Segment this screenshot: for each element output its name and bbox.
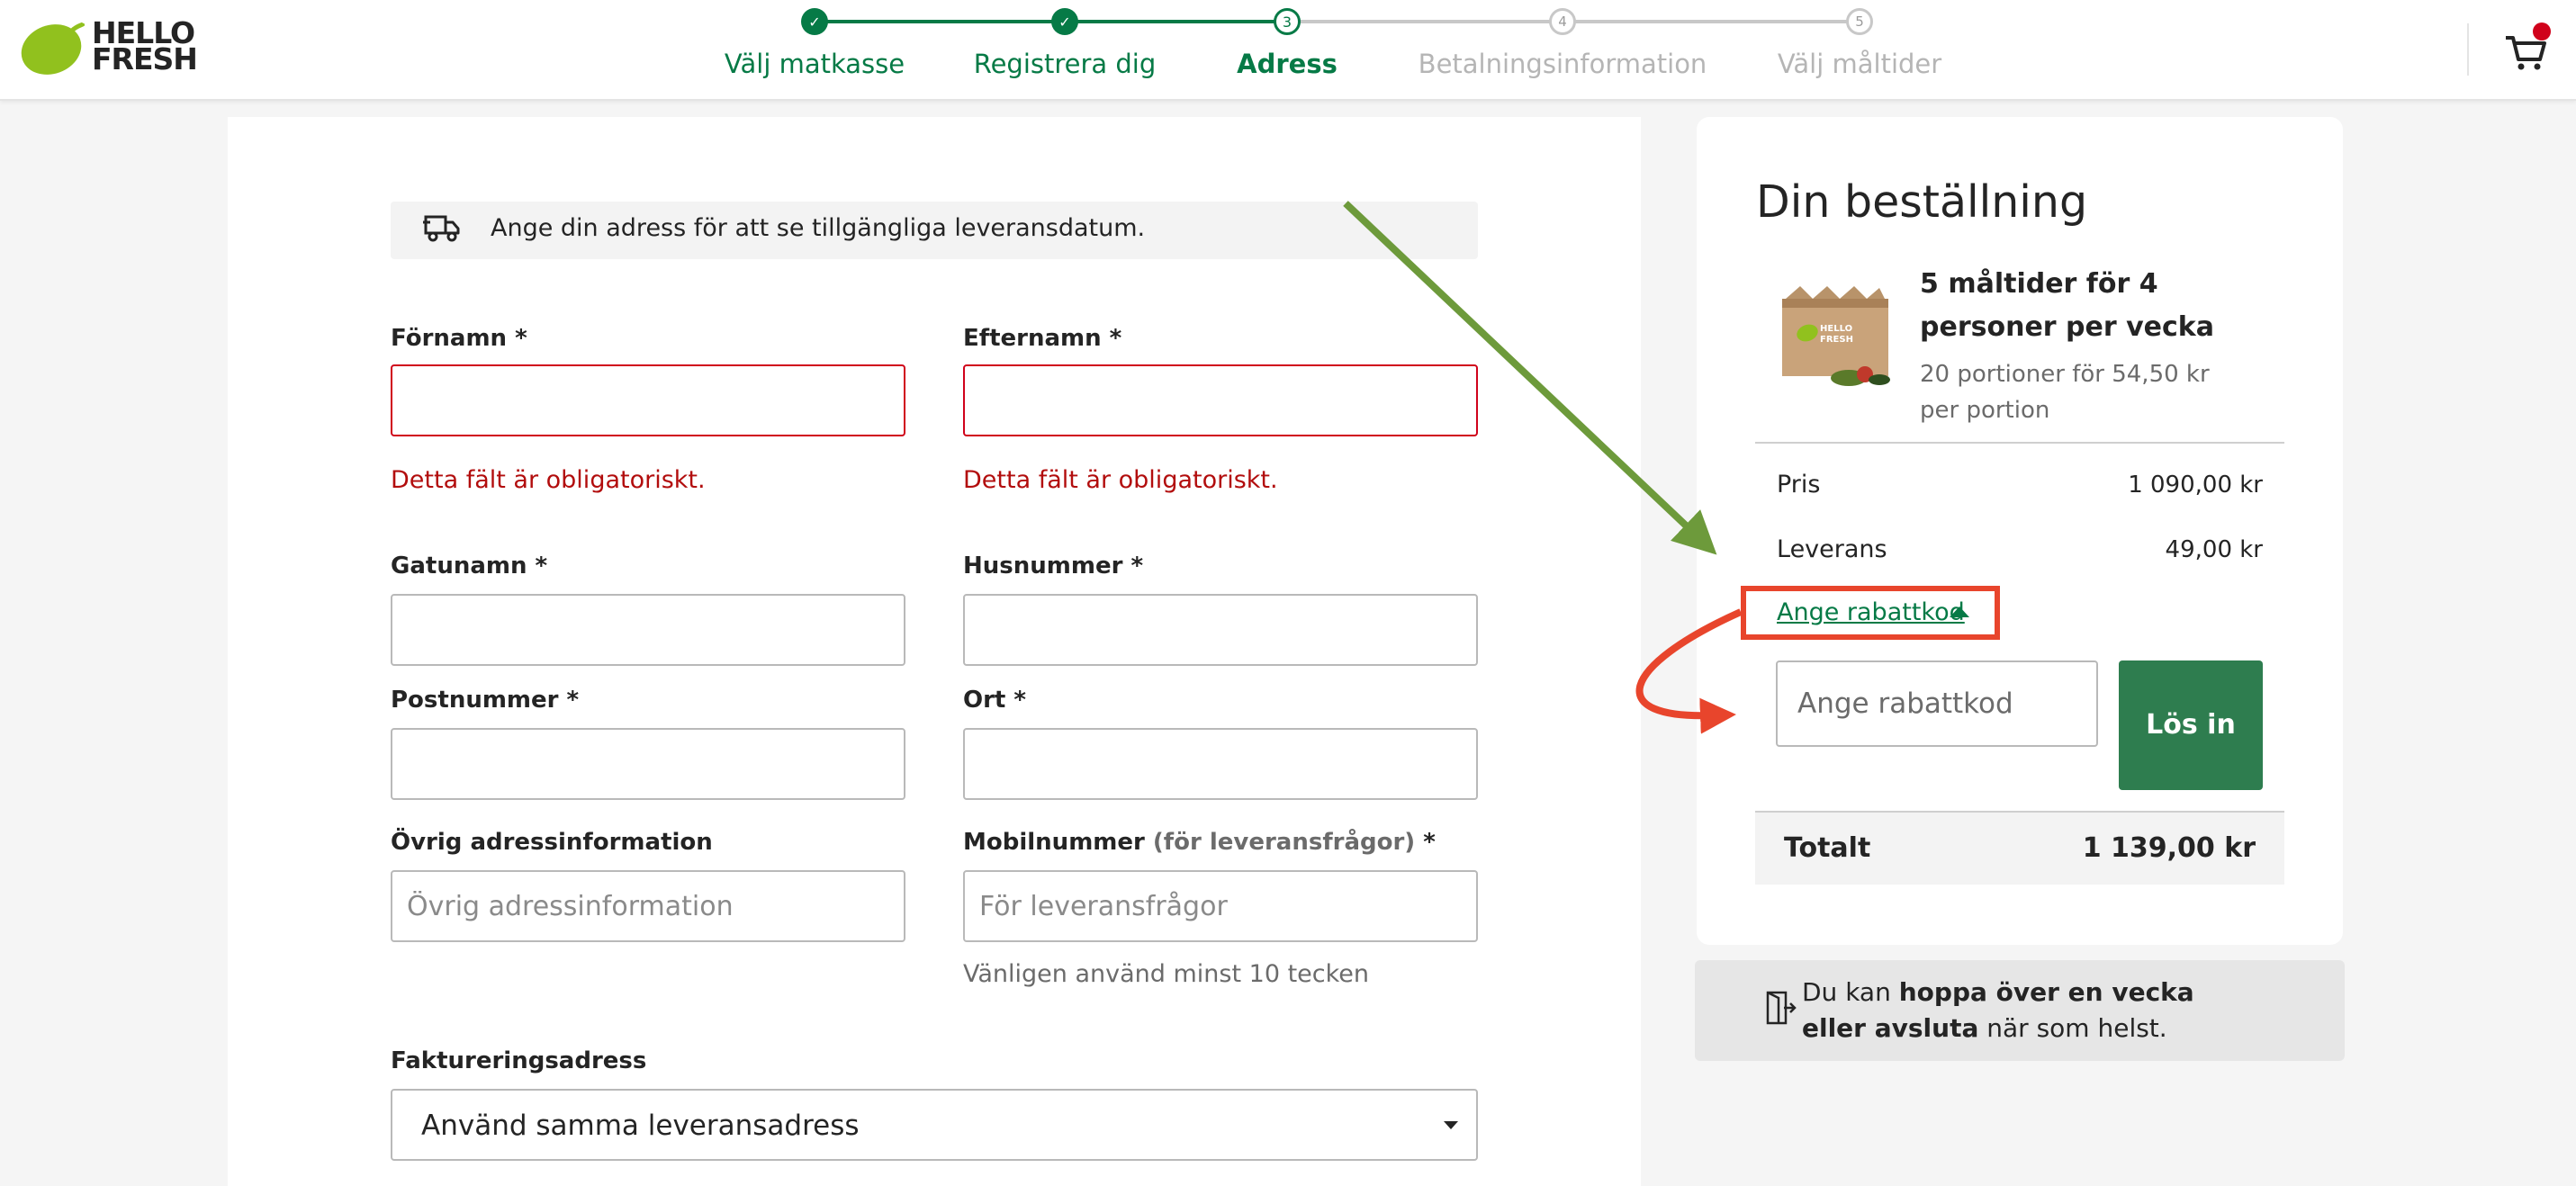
svg-text:FRESH: FRESH (1820, 335, 1853, 345)
postal-code-label: Postnummer * (391, 687, 580, 714)
step-5-dot: 5 (1846, 8, 1873, 35)
street-label: Gatunamn * (391, 553, 548, 580)
skip-info-text: Du kan hoppa över en vecka eller avsluta… (1802, 975, 2216, 1047)
stepper-line-3 (1287, 20, 1563, 23)
skip-info-prefix: Du kan (1802, 977, 1899, 1007)
city-input[interactable] (963, 728, 1478, 800)
first-name-label: Förnamn * (391, 325, 527, 352)
postal-code-input[interactable] (391, 728, 905, 800)
step-label-address: Adress (1237, 49, 1338, 79)
step-1-check-icon: ✓ (801, 8, 828, 35)
step-3-dot: 3 (1274, 8, 1301, 35)
first-name-input[interactable] (391, 364, 905, 436)
skip-info-suffix: när som helst. (1978, 1013, 2167, 1043)
order-title: Din beställning (1756, 176, 2088, 228)
total-value: 1 139,00 kr (2082, 832, 2256, 864)
step-2-check-icon: ✓ (1051, 8, 1078, 35)
billing-address-label: Faktureringsadress (391, 1047, 647, 1074)
city-label: Ort * (963, 687, 1027, 714)
billing-address-select[interactable]: Använd samma leveransadress (391, 1089, 1478, 1161)
delivery-label: Leverans (1777, 535, 1887, 563)
step-4-dot: 4 (1549, 8, 1576, 35)
stepper-line-2 (1065, 20, 1287, 23)
logo-wordmark: HELLO FRESH (92, 18, 198, 76)
meal-box-image: HELLO FRESH (1782, 286, 1890, 386)
mobile-label-required: * (1415, 829, 1436, 856)
house-number-input[interactable] (963, 594, 1478, 666)
hellofresh-logo[interactable]: HELLO FRESH (18, 16, 198, 79)
mobile-label-text: Mobilnummer (963, 829, 1145, 856)
logo-text-fresh: FRESH (92, 41, 198, 76)
house-number-label: Husnummer * (963, 553, 1144, 580)
truck-icon (423, 215, 460, 242)
header-divider (2467, 23, 2469, 76)
lime-logo-icon (21, 22, 85, 75)
cart-notification-dot (2533, 22, 2551, 40)
delivery-value: 49,00 kr (2165, 536, 2263, 563)
step-label-choose-box[interactable]: Välj matkasse (725, 49, 905, 79)
last-name-error: Detta fält är obligatoriskt. (963, 466, 1278, 494)
first-name-error: Detta fält är obligatoriskt. (391, 466, 706, 494)
last-name-label: Efternamn * (963, 325, 1122, 352)
redeem-button[interactable]: Lös in (2119, 660, 2263, 790)
price-value: 1 090,00 kr (2128, 472, 2263, 499)
mobile-label: Mobilnummer (för leveransfrågor) * (963, 829, 1436, 856)
caret-down-icon (1444, 1121, 1458, 1129)
price-label: Pris (1777, 471, 1821, 499)
door-exit-icon (1766, 991, 1797, 1025)
mobile-hint: Vänligen använd minst 10 tecken (963, 960, 1370, 988)
stepper-line-4 (1563, 20, 1860, 23)
mobile-input[interactable] (963, 870, 1478, 942)
street-input[interactable] (391, 594, 905, 666)
other-address-input[interactable] (391, 870, 905, 942)
product-portion-info: 20 portioner för 54,50 kr per portion (1920, 361, 2210, 424)
step-label-choose-meals: Välj måltider (1777, 49, 1942, 79)
last-name-input[interactable] (963, 364, 1478, 436)
billing-address-selected: Använd samma leveransadress (421, 1110, 860, 1142)
mobile-label-note: (för leveransfrågor) (1152, 829, 1416, 856)
other-address-label: Övrig adressinformation (391, 829, 713, 856)
promo-link-annotation-box (1741, 586, 2000, 640)
total-label: Totalt (1784, 832, 1871, 864)
stepper-line-1 (815, 20, 1065, 23)
step-label-payment: Betalningsinformation (1418, 49, 1707, 79)
product-name: 5 måltider för 4 personer per vecka (1920, 268, 2214, 343)
top-header: HELLO FRESH ✓ ✓ 3 4 5 Välj matkasse Regi… (0, 0, 2576, 101)
step-label-register[interactable]: Registrera dig (974, 49, 1157, 79)
delivery-info-text: Ange din adress för att se tillgängliga … (491, 214, 1146, 242)
promo-code-input[interactable] (1776, 660, 2098, 747)
order-divider (1755, 442, 2284, 444)
svg-text:HELLO: HELLO (1820, 324, 1852, 334)
